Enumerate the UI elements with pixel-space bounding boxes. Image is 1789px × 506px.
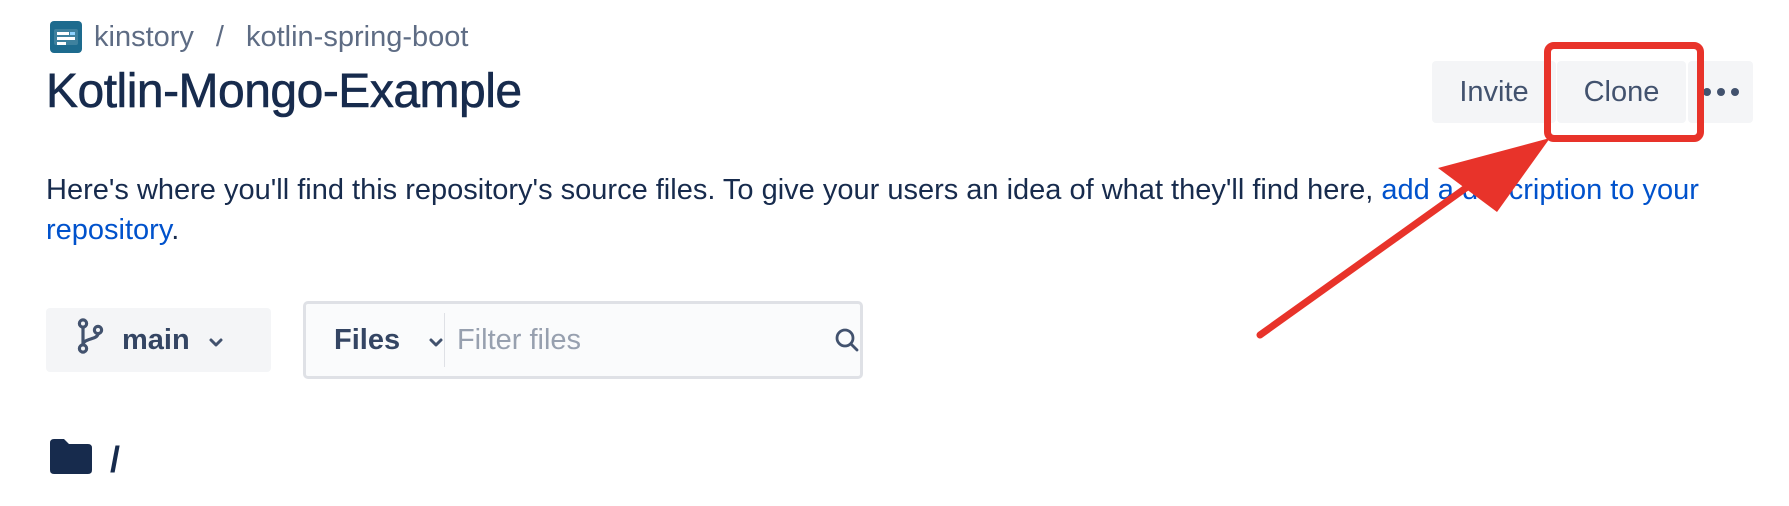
- breadcrumb-separator: /: [215, 20, 224, 53]
- project-avatar-icon: [50, 21, 82, 53]
- folder-icon: [50, 438, 92, 483]
- repository-source-page: kinstory / kotlin-spring-boot Kotlin-Mon…: [0, 0, 1789, 506]
- breadcrumb-project[interactable]: kotlin-spring-boot: [246, 21, 468, 54]
- filter-files-input[interactable]: [444, 304, 834, 376]
- description-trailing: .: [171, 214, 180, 246]
- branch-name: main: [122, 323, 190, 356]
- repository-description: Here's where you'll find this repository…: [46, 170, 1746, 250]
- chevron-down-icon: [208, 324, 224, 357]
- chevron-down-icon: [428, 324, 444, 357]
- annotation-highlight-box: [1544, 42, 1704, 142]
- search-icon[interactable]: [834, 327, 860, 353]
- description-text: Here's where you'll find this repository…: [46, 174, 1382, 206]
- breadcrumb-workspace[interactable]: kinstory: [94, 21, 194, 54]
- branch-icon: [76, 318, 104, 362]
- file-filter: Files: [303, 301, 863, 379]
- page-title: Kotlin-Mongo-Example: [46, 65, 523, 119]
- files-scope-label: Files: [334, 323, 401, 356]
- branch-selector[interactable]: main: [46, 308, 271, 372]
- invite-button[interactable]: Invite: [1432, 61, 1556, 123]
- folder-path-row: /: [50, 436, 120, 484]
- folder-path[interactable]: /: [110, 439, 120, 481]
- more-horizontal-icon: [1702, 88, 1739, 96]
- breadcrumb: kinstory / kotlin-spring-boot: [50, 18, 468, 56]
- files-scope-dropdown[interactable]: Files: [306, 304, 444, 376]
